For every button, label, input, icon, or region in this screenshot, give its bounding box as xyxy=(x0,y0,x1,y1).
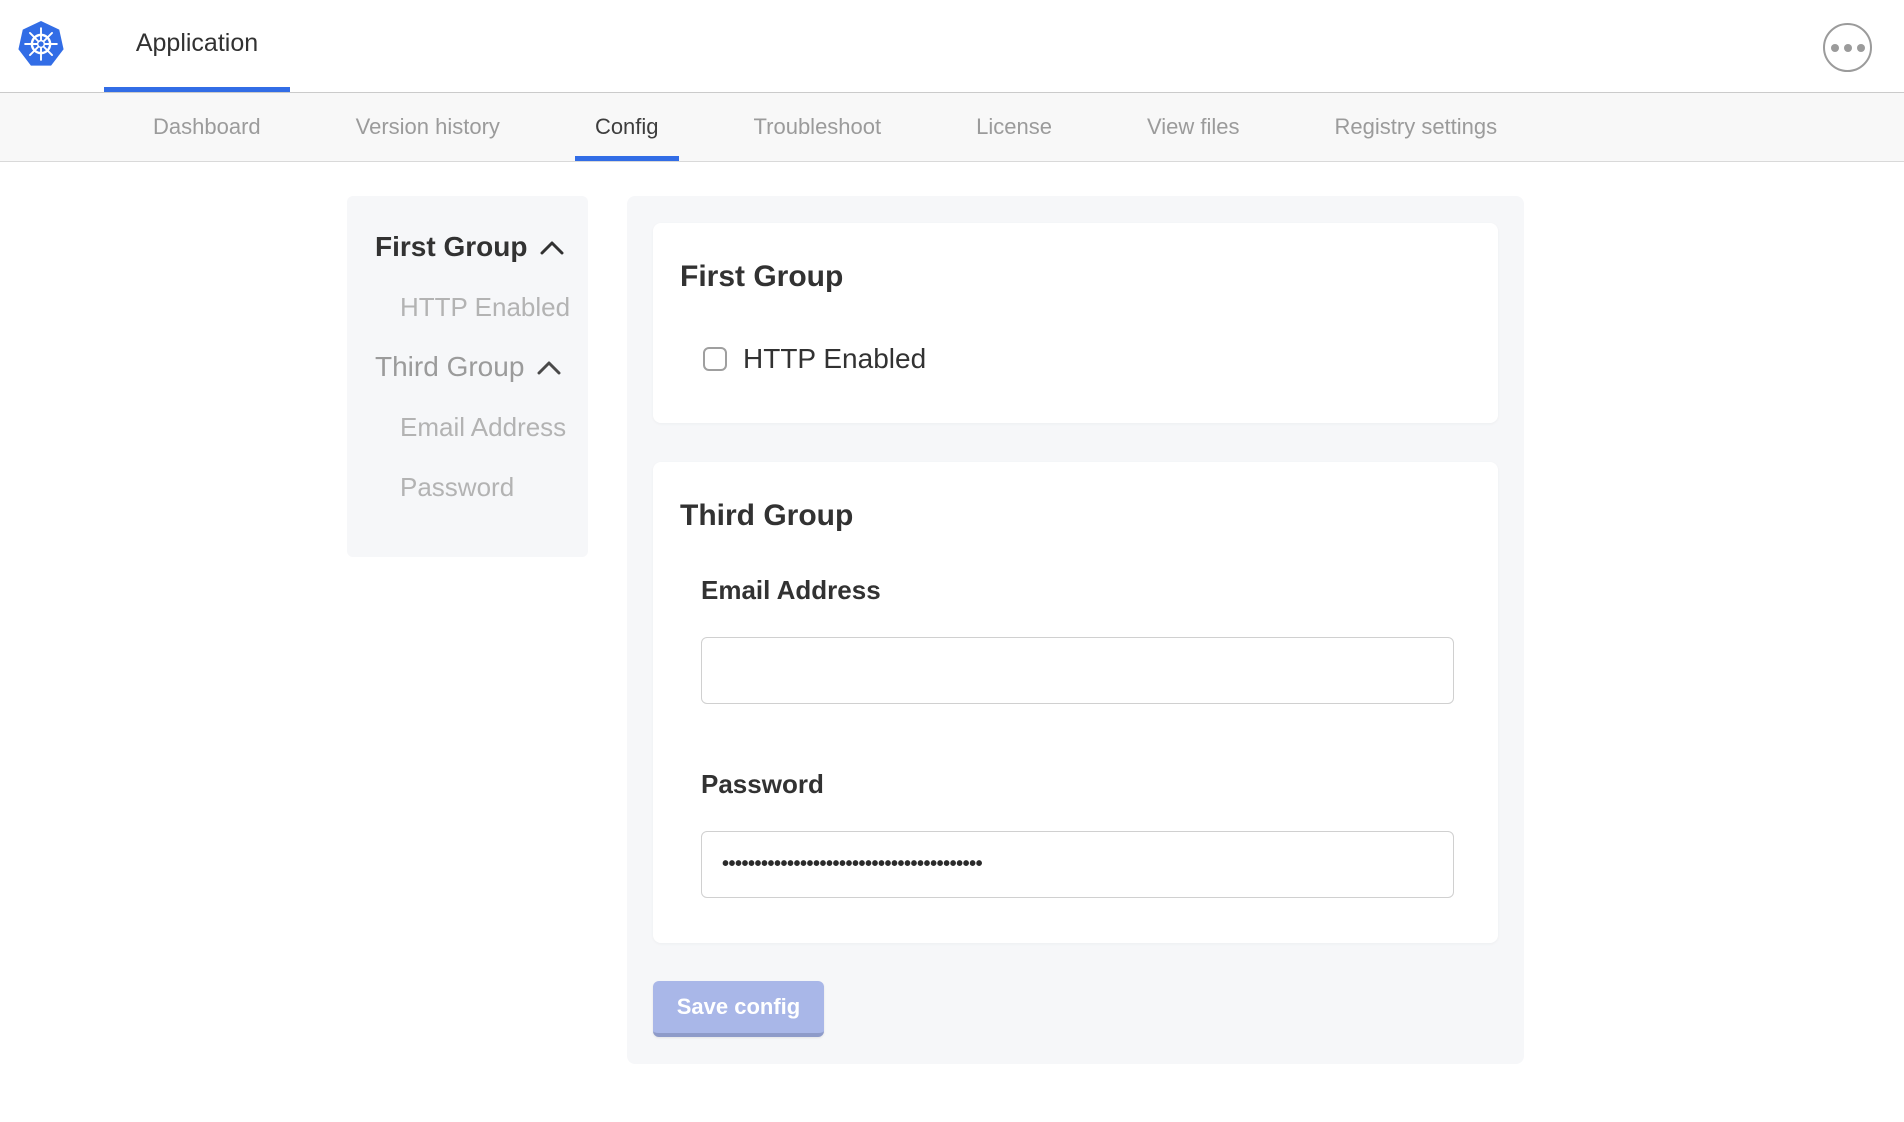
sidebar-item-http-enabled[interactable]: HTTP Enabled xyxy=(400,290,588,324)
nav-tab-registry-settings[interactable]: Registry settings xyxy=(1315,93,1518,161)
http-enabled-checkbox[interactable] xyxy=(703,347,727,371)
tab-application[interactable]: Application xyxy=(104,0,290,92)
sidebar-item-password[interactable]: Password xyxy=(400,470,588,504)
app-title: Application xyxy=(136,29,258,58)
kubernetes-logo xyxy=(17,20,65,68)
nav-tab-license[interactable]: License xyxy=(956,93,1072,161)
field-label: Password xyxy=(701,769,1471,799)
email-address-field: Email Address xyxy=(701,575,1471,704)
nav-tab-view-files[interactable]: View files xyxy=(1127,93,1260,161)
config-group-card-third-group: Third Group Email Address Password xyxy=(653,462,1498,943)
password-input[interactable] xyxy=(701,831,1454,898)
password-field: Password xyxy=(701,769,1471,898)
nav-tab-dashboard[interactable]: Dashboard xyxy=(133,93,281,161)
nav-tab-config[interactable]: Config xyxy=(575,93,679,161)
config-group-card-first-group: First Group HTTP Enabled xyxy=(653,223,1498,423)
ellipsis-icon xyxy=(1831,44,1839,52)
nav-tab-version-history[interactable]: Version history xyxy=(336,93,520,161)
sidebar-group-label: First Group xyxy=(375,230,527,264)
nav-tab-troubleshoot[interactable]: Troubleshoot xyxy=(734,93,902,161)
ellipsis-icon xyxy=(1844,44,1852,52)
group-title: First Group xyxy=(680,259,1471,295)
config-sidebar: First Group HTTP Enabled Third Group Ema… xyxy=(347,196,588,557)
email-address-input[interactable] xyxy=(701,637,1454,704)
sidebar-group-first-group[interactable]: First Group xyxy=(375,230,588,264)
http-enabled-field: HTTP Enabled xyxy=(703,343,1471,375)
sidebar-item-email-address[interactable]: Email Address xyxy=(400,410,588,444)
checkbox-label[interactable]: HTTP Enabled xyxy=(743,343,926,375)
overflow-menu-button[interactable] xyxy=(1823,23,1872,72)
save-config-button[interactable]: Save config xyxy=(653,981,824,1037)
sidebar-group-third-group[interactable]: Third Group xyxy=(375,350,588,384)
chevron-up-icon xyxy=(537,360,561,375)
group-title: Third Group xyxy=(680,498,1471,534)
app-navbar: Dashboard Version history Config Trouble… xyxy=(0,92,1904,162)
app-header: Application xyxy=(0,0,1904,92)
field-label: Email Address xyxy=(701,575,1471,605)
sidebar-group-label: Third Group xyxy=(375,350,524,384)
ellipsis-icon xyxy=(1857,44,1865,52)
config-content-area: First Group HTTP Enabled Third Group Ema… xyxy=(627,196,1524,1064)
chevron-up-icon xyxy=(540,240,564,255)
